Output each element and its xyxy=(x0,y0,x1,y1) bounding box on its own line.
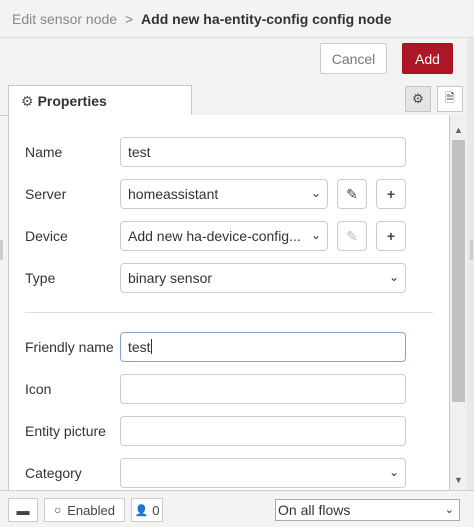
tab-bar: ⚙ Properties ⚙ 🗎 xyxy=(0,82,474,116)
circle-icon: ○ xyxy=(54,503,62,517)
server-label: Server xyxy=(25,186,67,202)
plus-icon: + xyxy=(386,186,396,202)
scroll-up-arrow-icon[interactable]: ▲ xyxy=(450,121,467,138)
category-label: Category xyxy=(25,465,82,481)
gear-icon: ⚙ xyxy=(21,93,34,109)
edit-device-button[interactable]: ✎ xyxy=(337,221,367,251)
device-select-value: Add new ha-device-config... xyxy=(128,228,301,244)
vertical-scrollbar[interactable]: ▲ ▼ xyxy=(450,115,467,490)
plus-icon: + xyxy=(386,228,396,244)
edit-server-button[interactable]: ✎ xyxy=(337,179,367,209)
icon-input[interactable] xyxy=(120,374,406,404)
friendly-name-label: Friendly name xyxy=(25,339,114,355)
add-device-button[interactable]: + xyxy=(376,221,406,251)
icon-row: Icon xyxy=(9,374,449,406)
left-resize-handle[interactable] xyxy=(0,240,3,260)
description-view-button[interactable]: 🗎 xyxy=(437,86,463,112)
breadcrumb: Edit sensor node > Add new ha-entity-con… xyxy=(0,0,474,38)
user-icon: 👤 xyxy=(134,504,149,517)
enabled-toggle[interactable]: ○ Enabled xyxy=(44,498,125,522)
tab-properties[interactable]: ⚙ Properties xyxy=(8,85,192,116)
document-icon: 🗎 xyxy=(445,90,455,105)
name-row: Name test xyxy=(9,137,449,169)
entity-picture-label: Entity picture xyxy=(25,423,106,439)
right-panel-edge xyxy=(467,38,474,490)
friendly-name-value: test xyxy=(128,339,151,355)
add-button[interactable]: Add xyxy=(402,43,453,74)
help-book-button[interactable]: ▬ xyxy=(8,498,38,522)
server-row: Server homeassistant ⌄ ✎ + xyxy=(9,179,449,211)
book-icon: ▬ xyxy=(16,502,30,518)
type-row: Type binary sensor ⌄ xyxy=(9,263,449,295)
type-select[interactable]: binary sensor ⌄ xyxy=(120,263,406,293)
device-label: Device xyxy=(25,228,68,244)
friendly-name-input[interactable]: test xyxy=(120,332,406,362)
chevron-down-icon: ⌄ xyxy=(310,228,321,242)
right-resize-handle[interactable] xyxy=(470,240,473,260)
device-select[interactable]: Add new ha-device-config... ⌄ xyxy=(120,221,328,251)
breadcrumb-separator: > xyxy=(124,11,134,27)
entity-picture-input[interactable] xyxy=(120,416,406,446)
chevron-down-icon: ⌄ xyxy=(388,270,399,284)
scroll-down-arrow-icon[interactable]: ▼ xyxy=(450,471,467,488)
chevron-down-icon: ⌄ xyxy=(444,504,454,516)
footer: ▬ ○ Enabled 👤 0 On all flows ⌄ xyxy=(0,490,474,527)
gear-icon: ⚙ xyxy=(412,91,424,106)
flows-scope-value: On all flows xyxy=(278,502,351,518)
enabled-label: Enabled xyxy=(67,502,115,518)
friendly-name-row: Friendly name test xyxy=(9,332,449,364)
breadcrumb-parent[interactable]: Edit sensor node xyxy=(12,11,117,27)
flows-scope-select[interactable]: On all flows ⌄ xyxy=(275,499,460,521)
category-select[interactable]: ⌄ xyxy=(120,458,406,488)
device-row: Device Add new ha-device-config... ⌄ ✎ + xyxy=(9,221,449,253)
type-select-value: binary sensor xyxy=(128,270,213,286)
server-select-value: homeassistant xyxy=(128,186,219,202)
properties-panel: Name test Server homeassistant ⌄ ✎ + Dev… xyxy=(8,115,450,490)
name-label: Name xyxy=(25,144,63,160)
toolbar: Cancel Add xyxy=(0,38,474,82)
tab-properties-label: Properties xyxy=(37,93,107,109)
pencil-icon: ✎ xyxy=(346,227,358,244)
users-count-badge[interactable]: 👤 0 xyxy=(131,498,163,522)
section-divider xyxy=(25,312,433,313)
add-server-button[interactable]: + xyxy=(376,179,406,209)
cancel-button[interactable]: Cancel xyxy=(320,43,387,74)
name-input[interactable]: test xyxy=(120,137,406,167)
icon-label: Icon xyxy=(25,381,52,397)
chevron-down-icon: ⌄ xyxy=(310,186,321,200)
server-select[interactable]: homeassistant ⌄ xyxy=(120,179,328,209)
page-title: Add new ha-entity-config config node xyxy=(141,11,392,27)
entity-picture-row: Entity picture xyxy=(9,416,449,448)
properties-view-button[interactable]: ⚙ xyxy=(405,86,431,112)
type-label: Type xyxy=(25,270,56,286)
category-row: Category ⌄ xyxy=(9,458,449,490)
pencil-icon: ✎ xyxy=(346,185,358,202)
users-count: 0 xyxy=(152,502,160,518)
text-cursor xyxy=(150,339,152,354)
chevron-down-icon: ⌄ xyxy=(388,465,399,479)
scrollbar-thumb[interactable] xyxy=(452,140,465,402)
